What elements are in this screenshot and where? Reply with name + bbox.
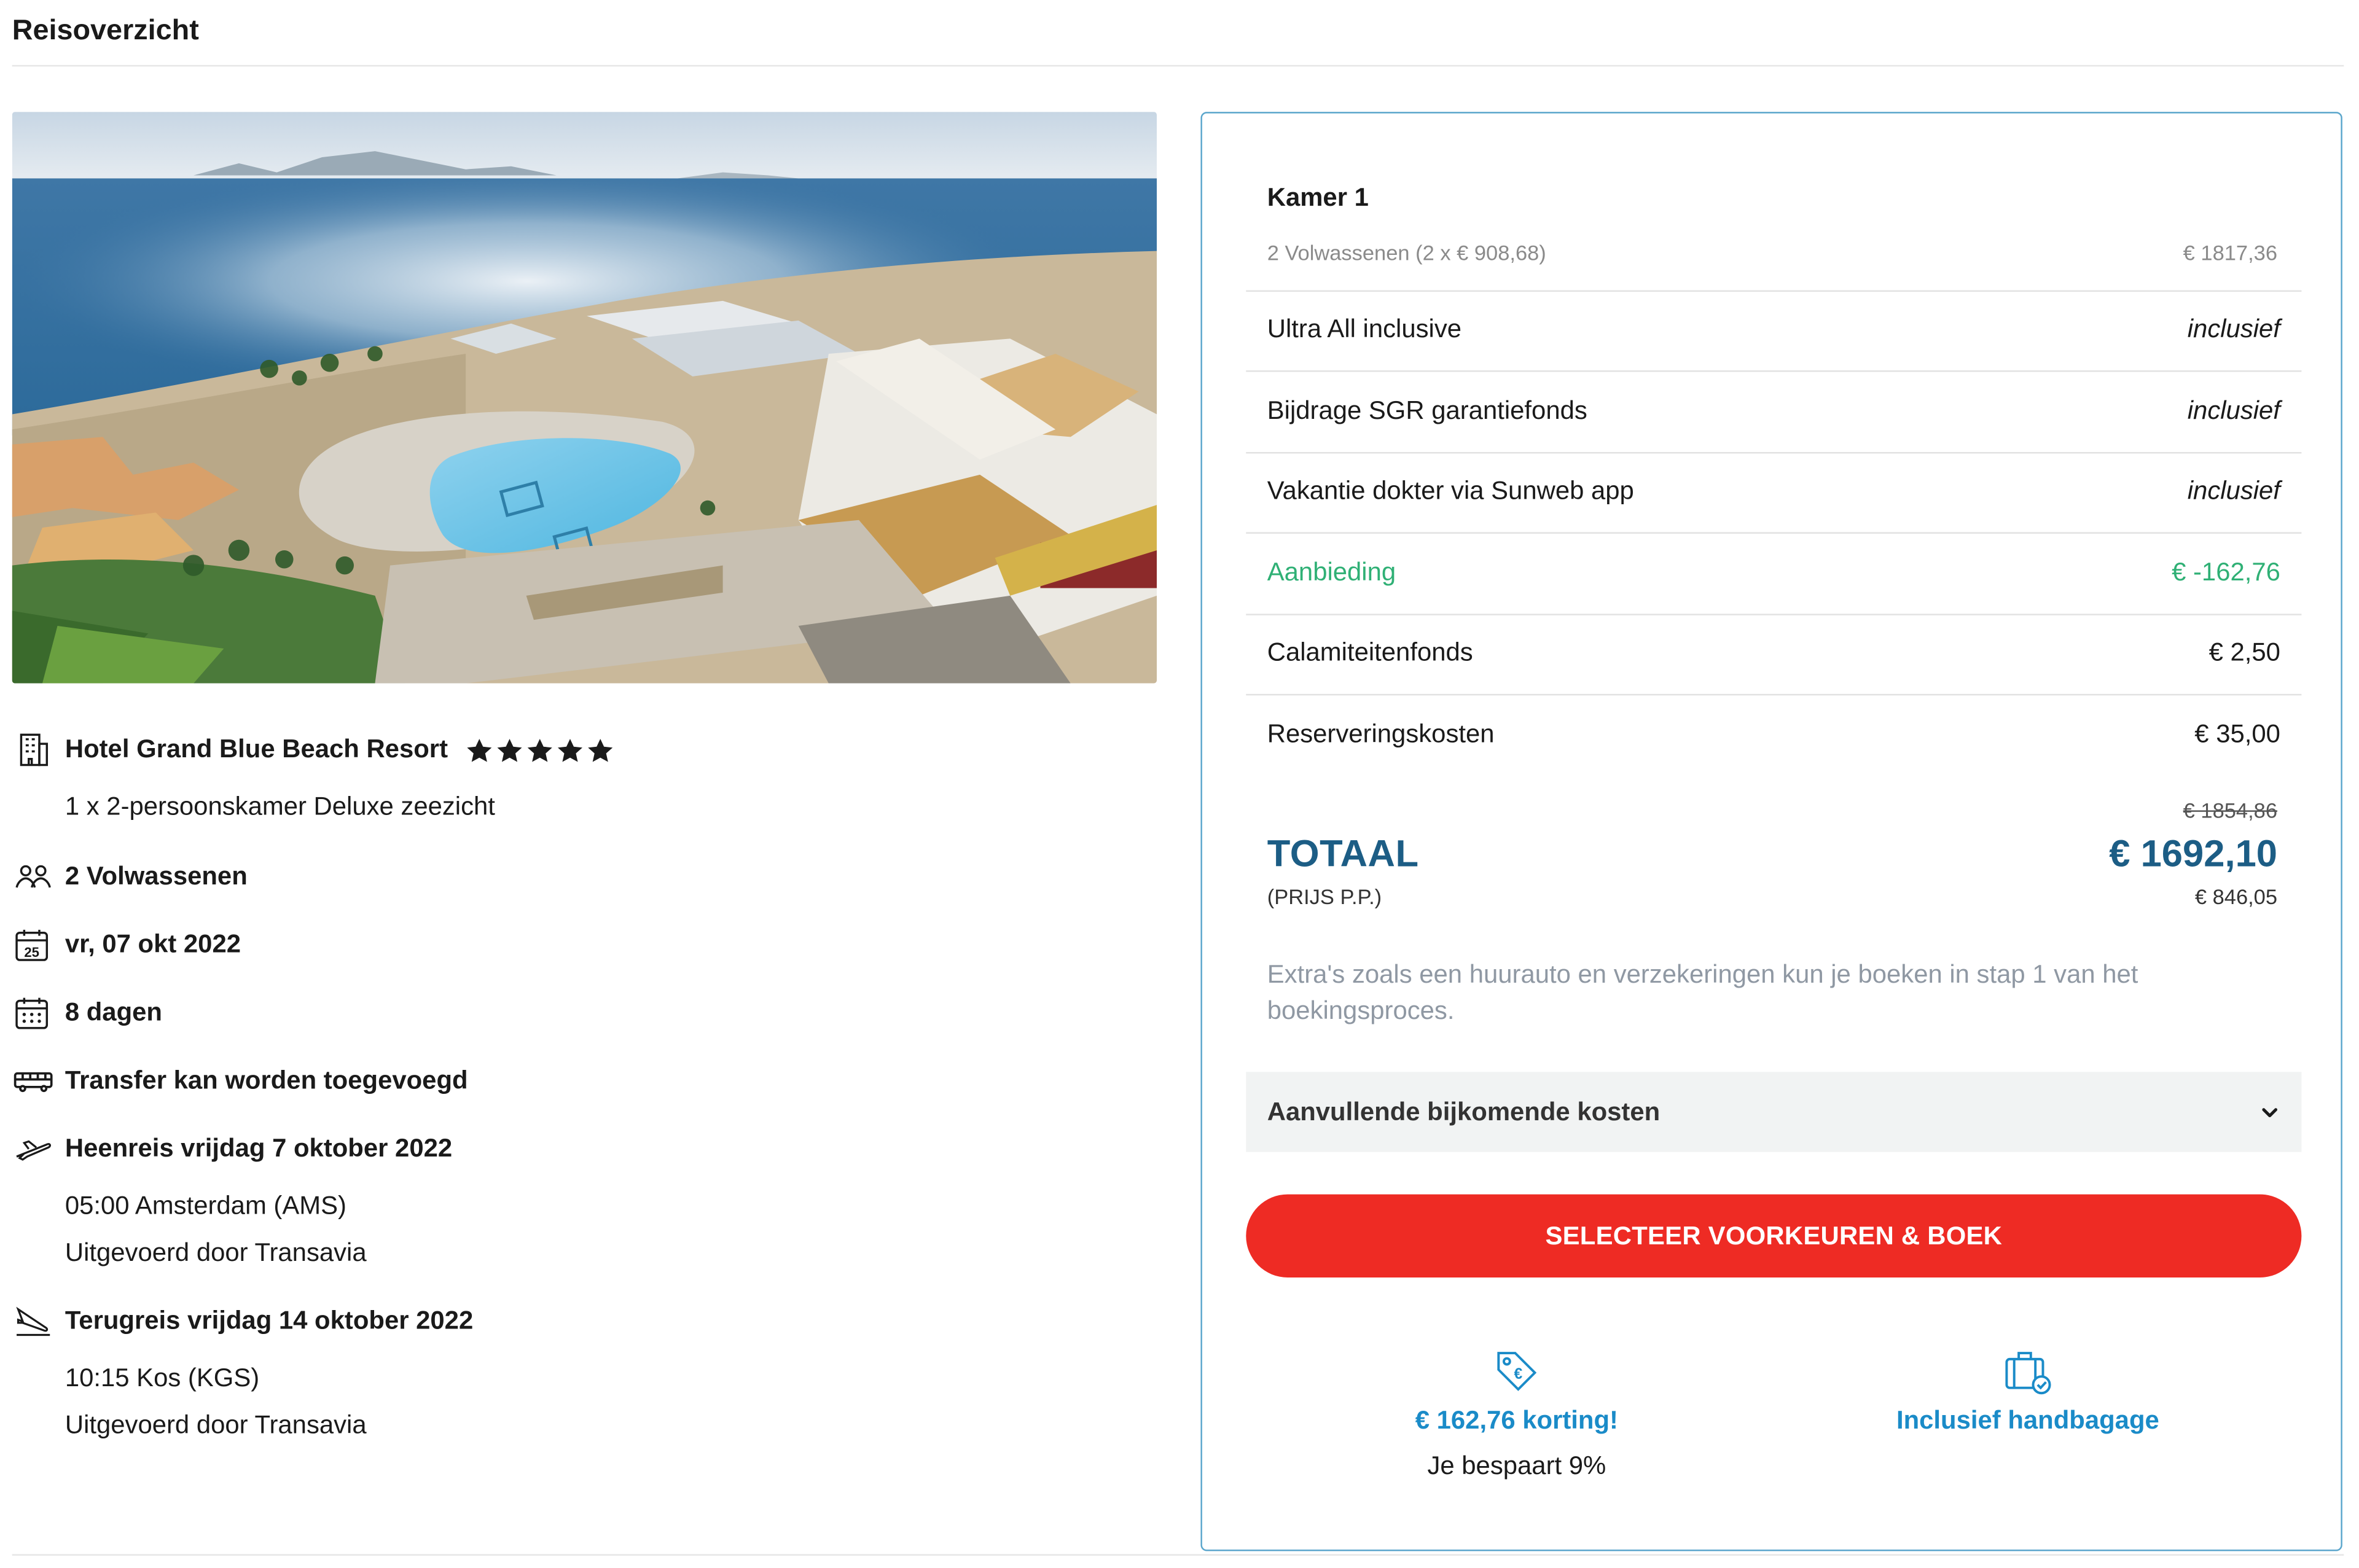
return-title: Terugreis vrijdag 14 oktober 2022 xyxy=(65,1306,474,1335)
plane-takeoff-icon xyxy=(14,1131,53,1167)
price-row-sgr: Bijdrage SGR garantiefonds inclusief xyxy=(1267,396,2280,426)
room-description: 1 x 2-persoonskamer Deluxe zeezicht xyxy=(65,792,495,821)
plane-landing-icon xyxy=(14,1303,53,1340)
suitcase-check-icon xyxy=(2005,1352,2051,1395)
star-icon xyxy=(558,738,583,762)
room-occupancy: 2 Volwassenen (2 x € 908,68) xyxy=(1267,240,1546,265)
old-total-price: € 1854,86 xyxy=(2183,798,2278,823)
row-divider xyxy=(1246,451,2302,454)
departure-date-row: 25 vr, 07 okt 2022 xyxy=(14,927,241,963)
price-tag-icon: € xyxy=(1497,1352,1537,1391)
svg-text:€: € xyxy=(1514,1366,1523,1383)
star-icon xyxy=(528,738,553,762)
travelers-label: 2 Volwassenen xyxy=(65,862,248,891)
discount-title: € 162,76 korting! xyxy=(1415,1406,1618,1435)
price-row-label: Reserveringskosten xyxy=(1267,719,1495,749)
people-icon xyxy=(14,859,53,895)
hotel-building-icon xyxy=(14,731,53,768)
room-price: € 1817,36 xyxy=(2183,240,2278,265)
price-row-vakantie-dokter: Vakantie dokter via Sunweb app inclusief xyxy=(1267,476,2280,506)
price-per-person-label: (PRIJS P.P.) xyxy=(1267,884,1382,909)
price-row-value: inclusief xyxy=(2187,476,2280,505)
hotel-name[interactable]: Hotel Grand Blue Beach Resort xyxy=(65,735,448,765)
total-label: TOTAAL xyxy=(1267,833,1419,876)
baggage-title: Inclusief handbagage xyxy=(1896,1406,2159,1435)
row-divider xyxy=(1246,532,2302,534)
hotel-photo xyxy=(12,112,1157,684)
row-divider xyxy=(1246,290,2302,292)
price-per-person: € 846,05 xyxy=(2194,884,2278,909)
price-row-label: Aanbieding xyxy=(1267,558,1396,587)
price-row-value: € 2,50 xyxy=(2208,638,2280,667)
star-icon xyxy=(497,738,522,762)
chevron-down-icon xyxy=(2262,1107,2278,1117)
price-row-calamiteitenfonds: Calamiteitenfonds € 2,50 xyxy=(1267,638,2280,668)
select-preferences-book-button[interactable]: SELECTEER VOORKEUREN & BOEK xyxy=(1246,1194,2302,1277)
outbound-flight-row: Heenreis vrijdag 7 oktober 2022 xyxy=(14,1131,452,1167)
price-row-label: Calamiteitenfonds xyxy=(1267,638,1473,667)
transfer-label: Transfer kan worden toegevoegd xyxy=(65,1066,468,1095)
departure-date: vr, 07 okt 2022 xyxy=(65,929,241,959)
discount-perk: € € 162,76 korting! Je bespaart 9% xyxy=(1366,1346,1668,1482)
outbound-operator: Uitgevoerd door Transavia xyxy=(65,1238,367,1267)
return-time-place: 10:15 Kos (KGS) xyxy=(65,1363,260,1393)
discount-subtitle: Je bespaart 9% xyxy=(1427,1451,1606,1480)
total-price: € 1692,10 xyxy=(2109,833,2278,876)
price-summary-card: Kamer 1 2 Volwassenen (2 x € 908,68) € 1… xyxy=(1200,112,2342,1551)
calendar-day-number: 25 xyxy=(24,945,39,960)
return-flight-row: Terugreis vrijdag 14 oktober 2022 xyxy=(14,1303,473,1340)
accordion-label: Aanvullende bijkomende kosten xyxy=(1267,1096,1661,1126)
room-title: Kamer 1 xyxy=(1267,182,1369,212)
hotel-row: Hotel Grand Blue Beach Resort xyxy=(14,731,614,768)
calendar-grid-icon xyxy=(14,995,53,1031)
price-row-value: € -162,76 xyxy=(2172,558,2280,587)
price-row-value: € 35,00 xyxy=(2194,719,2280,749)
star-icon xyxy=(588,738,613,762)
bottom-divider xyxy=(12,1554,2344,1556)
star-icon xyxy=(467,738,492,762)
hotel-star-rating xyxy=(466,737,614,763)
price-row-label: Bijdrage SGR garantiefonds xyxy=(1267,396,1587,425)
page-title: Reisoverzicht xyxy=(12,15,199,47)
outbound-title: Heenreis vrijdag 7 oktober 2022 xyxy=(65,1134,453,1163)
price-row-value: inclusief xyxy=(2187,396,2280,425)
title-divider xyxy=(12,64,2344,67)
additional-costs-accordion[interactable]: Aanvullende bijkomende kosten xyxy=(1246,1072,2302,1152)
row-divider xyxy=(1246,370,2302,372)
price-row-ultra-all-inclusive: Ultra All inclusive inclusief xyxy=(1267,314,2280,345)
bus-icon xyxy=(14,1063,53,1099)
transfer-row: Transfer kan worden toegevoegd xyxy=(14,1063,468,1099)
booking-summary-page: Reisoverzicht Hotel Grand Blue Beach Res… xyxy=(0,0,2359,1568)
travelers-row: 2 Volwassenen xyxy=(14,859,248,895)
duration-row: 8 dagen xyxy=(14,995,162,1031)
price-row-value: inclusief xyxy=(2187,314,2280,343)
return-operator: Uitgevoerd door Transavia xyxy=(65,1410,367,1440)
outbound-time-place: 05:00 Amsterdam (AMS) xyxy=(65,1191,346,1220)
row-divider xyxy=(1246,693,2302,696)
extras-note: Extra's zoals een huurauto en verzekerin… xyxy=(1267,960,2138,1025)
price-row-reserveringskosten: Reserveringskosten € 35,00 xyxy=(1267,720,2280,750)
price-row-label: Ultra All inclusive xyxy=(1267,314,1462,343)
row-divider xyxy=(1246,614,2302,615)
price-row-label: Vakantie dokter via Sunweb app xyxy=(1267,476,1634,505)
calendar-day-icon: 25 xyxy=(14,927,53,963)
baggage-perk: Inclusief handbagage xyxy=(1877,1346,2179,1437)
price-row-aanbieding: Aanbieding € -162,76 xyxy=(1267,558,2280,588)
duration-label: 8 dagen xyxy=(65,997,162,1027)
